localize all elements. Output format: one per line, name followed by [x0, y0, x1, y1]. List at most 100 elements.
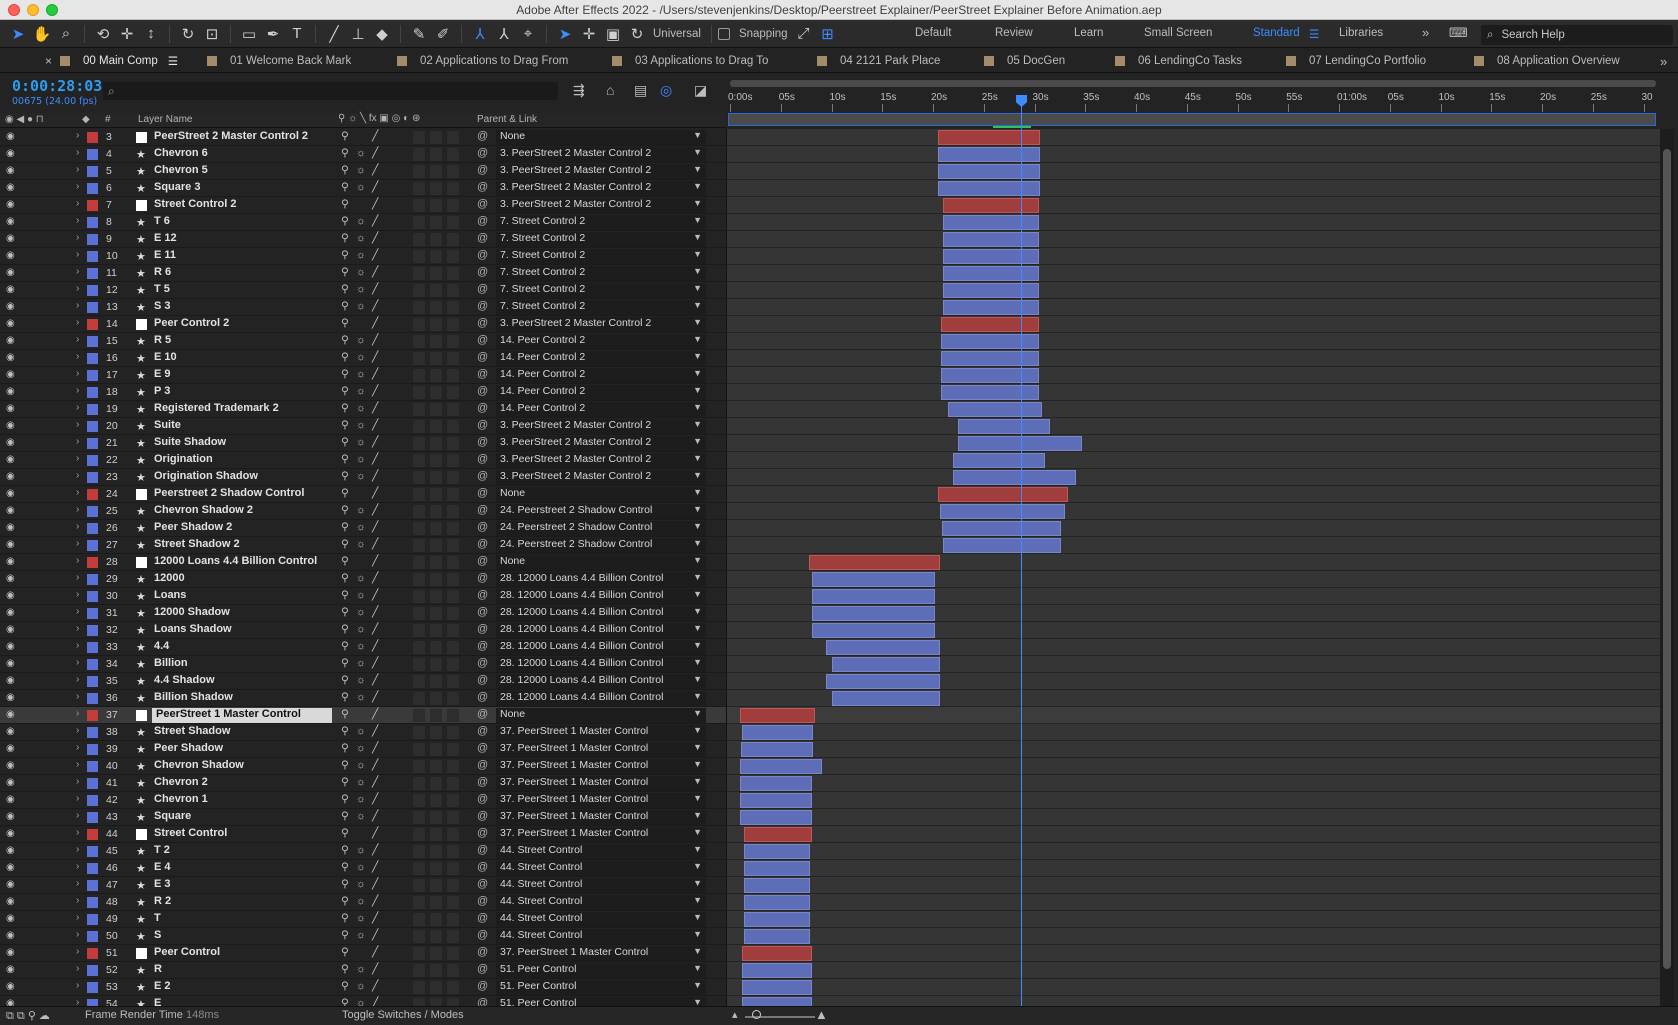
rotation-tool-icon[interactable]: ↻ [176, 22, 200, 46]
layer-row[interactable]: ◉ › 11 ★ R 6 ⚲ ☼ ╱ @7. Street Control 2 ▼ [0, 265, 726, 282]
motion-blur-switch[interactable] [413, 998, 425, 1006]
layer-search-input[interactable]: ⌕ [103, 82, 558, 100]
quality-switch-icon[interactable]: ╱ [372, 878, 378, 890]
label-color-swatch[interactable] [87, 574, 98, 585]
parent-dropdown[interactable]: 28. 12000 Loans 4.4 Billion Control ▼ [496, 657, 706, 672]
collapse-switch-icon[interactable]: ☼ [356, 776, 366, 788]
visibility-eye-icon[interactable]: ◉ [6, 777, 15, 788]
world-axis-icon[interactable]: ⅄ [492, 22, 516, 46]
layer-row[interactable]: ◉ › 44 Street Control ⚲ ╱ @37. PeerStreet 1 Ma… [0, 826, 726, 843]
scrollbar-thumb[interactable] [1663, 149, 1671, 969]
track-row[interactable] [727, 333, 1660, 350]
shy-switch-icon[interactable]: ⚲ [341, 334, 349, 346]
label-color-swatch[interactable] [87, 455, 98, 466]
quality-switch-icon[interactable]: ╱ [372, 691, 378, 703]
pan-camera-icon[interactable]: ✛ [115, 22, 139, 46]
tab-02-applications-drag-from[interactable]: 02 Applications to Drag From [397, 49, 568, 73]
layer-row[interactable]: ◉ › 5 ★ Chevron 5 ⚲ ☼ ╱ @3. PeerStreet 2 Master … [0, 163, 726, 180]
collapse-switch-icon[interactable]: ☼ [356, 249, 366, 261]
pick-whip-icon[interactable]: @ [477, 555, 488, 567]
parent-dropdown[interactable]: 14. Peer Control 2 ▼ [496, 368, 706, 383]
layer-duration-bar[interactable] [938, 487, 1068, 502]
expand-chevron-icon[interactable]: › [76, 198, 79, 209]
3d-layer-switch[interactable] [447, 556, 459, 569]
3d-layer-switch[interactable] [447, 267, 459, 280]
layer-name[interactable]: Peer Shadow [154, 742, 223, 754]
collapse-switch-icon[interactable]: ☼ [356, 266, 366, 278]
3d-layer-switch[interactable] [447, 828, 459, 841]
tab-07-lendingco-portfolio[interactable]: 07 LendingCo Portfolio [1286, 49, 1426, 73]
adjustment-switch[interactable] [430, 964, 442, 977]
motion-blur-switch[interactable] [413, 573, 425, 586]
track-row[interactable] [727, 809, 1660, 826]
quality-switch-icon[interactable]: ╱ [372, 776, 378, 788]
expand-chevron-icon[interactable]: › [76, 759, 79, 770]
layer-duration-bar[interactable] [812, 572, 935, 587]
collapse-switch-icon[interactable]: ☼ [356, 759, 366, 771]
collapse-switch-icon[interactable]: ☼ [356, 232, 366, 244]
track-row[interactable] [727, 265, 1660, 282]
layer-row[interactable]: ◉ › 53 ★ E 2 ⚲ ☼ ╱ @51. Peer Control ▼ [0, 979, 726, 996]
shy-switch-icon[interactable]: ⚲ [341, 844, 349, 856]
3d-layer-switch[interactable] [447, 896, 459, 909]
track-row[interactable] [727, 520, 1660, 537]
layer-name[interactable]: 12000 Loans 4.4 Billion Control [154, 555, 317, 567]
label-color-swatch[interactable] [87, 761, 98, 772]
layer-duration-bar[interactable] [741, 742, 814, 757]
scale-3d-icon[interactable]: ▣ [601, 22, 625, 46]
quality-switch-icon[interactable]: ╱ [372, 623, 378, 635]
3d-layer-switch[interactable] [447, 726, 459, 739]
visibility-eye-icon[interactable]: ◉ [6, 862, 15, 873]
layer-name[interactable]: Street Control [154, 827, 227, 839]
motion-blur-switch[interactable] [413, 913, 425, 926]
3d-layer-switch[interactable] [447, 607, 459, 620]
parent-dropdown[interactable]: 14. Peer Control 2 ▼ [496, 334, 706, 349]
pick-whip-icon[interactable]: @ [477, 878, 488, 890]
quality-switch-icon[interactable]: ╱ [372, 521, 378, 533]
motion-blur-switch[interactable] [413, 947, 425, 960]
collapse-switch-icon[interactable]: ☼ [356, 283, 366, 295]
3d-layer-switch[interactable] [447, 879, 459, 892]
3d-layer-switch[interactable] [447, 454, 459, 467]
track-row[interactable] [727, 741, 1660, 758]
shy-switch-icon[interactable]: ⚲ [341, 164, 349, 176]
motion-blur-switch[interactable] [413, 216, 425, 229]
track-row[interactable] [727, 180, 1660, 197]
collapse-switch-icon[interactable]: ☼ [356, 436, 366, 448]
layer-name[interactable]: Chevron 5 [154, 164, 208, 176]
parent-dropdown[interactable]: 3. PeerStreet 2 Master Control 2 ▼ [496, 317, 706, 332]
adjustment-switch[interactable] [430, 148, 442, 161]
layer-name[interactable]: R 5 [154, 334, 171, 346]
label-color-swatch[interactable] [87, 489, 98, 500]
layer-row[interactable]: ◉ › 4 ★ Chevron 6 ⚲ ☼ ╱ @3. PeerStreet 2 Master … [0, 146, 726, 163]
visibility-eye-icon[interactable]: ◉ [6, 590, 15, 601]
expand-chevron-icon[interactable]: › [76, 402, 79, 413]
adjustment-switch[interactable] [430, 794, 442, 807]
collapse-switch-icon[interactable]: ☼ [356, 912, 366, 924]
parent-dropdown[interactable]: 28. 12000 Loans 4.4 Billion Control ▼ [496, 572, 706, 587]
tab-05-docgen[interactable]: 05 DocGen [984, 49, 1065, 73]
layer-row[interactable]: ◉ › 23 ★ Origination Shadow ⚲ ☼ ╱ @3. PeerStreet… [0, 469, 726, 486]
adjustment-switch[interactable] [430, 182, 442, 195]
label-color-swatch[interactable] [87, 744, 98, 755]
parent-dropdown[interactable]: 24. Peerstreet 2 Shadow Control ▼ [496, 521, 706, 536]
track-row[interactable] [727, 571, 1660, 588]
motion-blur-switch[interactable] [413, 505, 425, 518]
label-color-swatch[interactable] [87, 183, 98, 194]
parent-dropdown[interactable]: 3. PeerStreet 2 Master Control 2 ▼ [496, 164, 706, 179]
parent-dropdown[interactable]: 24. Peerstreet 2 Shadow Control ▼ [496, 538, 706, 553]
visibility-eye-icon[interactable]: ◉ [6, 760, 15, 771]
layer-duration-bar[interactable] [953, 453, 1045, 468]
pick-whip-icon[interactable]: @ [477, 385, 488, 397]
universal-label[interactable]: Universal [653, 28, 701, 40]
expand-chevron-icon[interactable]: › [76, 742, 79, 753]
layer-name[interactable]: Peerstreet 2 Shadow Control [154, 487, 304, 499]
parent-dropdown[interactable]: 3. PeerStreet 2 Master Control 2 ▼ [496, 181, 706, 196]
shy-switch-icon[interactable]: ⚲ [341, 810, 349, 822]
label-color-swatch[interactable] [87, 557, 98, 568]
shy-switch-icon[interactable]: ⚲ [341, 266, 349, 278]
collapse-switch-icon[interactable]: ☼ [356, 385, 366, 397]
adjustment-switch[interactable] [430, 267, 442, 280]
quality-switch-icon[interactable]: ╱ [372, 793, 378, 805]
pick-whip-icon[interactable]: @ [477, 147, 488, 159]
